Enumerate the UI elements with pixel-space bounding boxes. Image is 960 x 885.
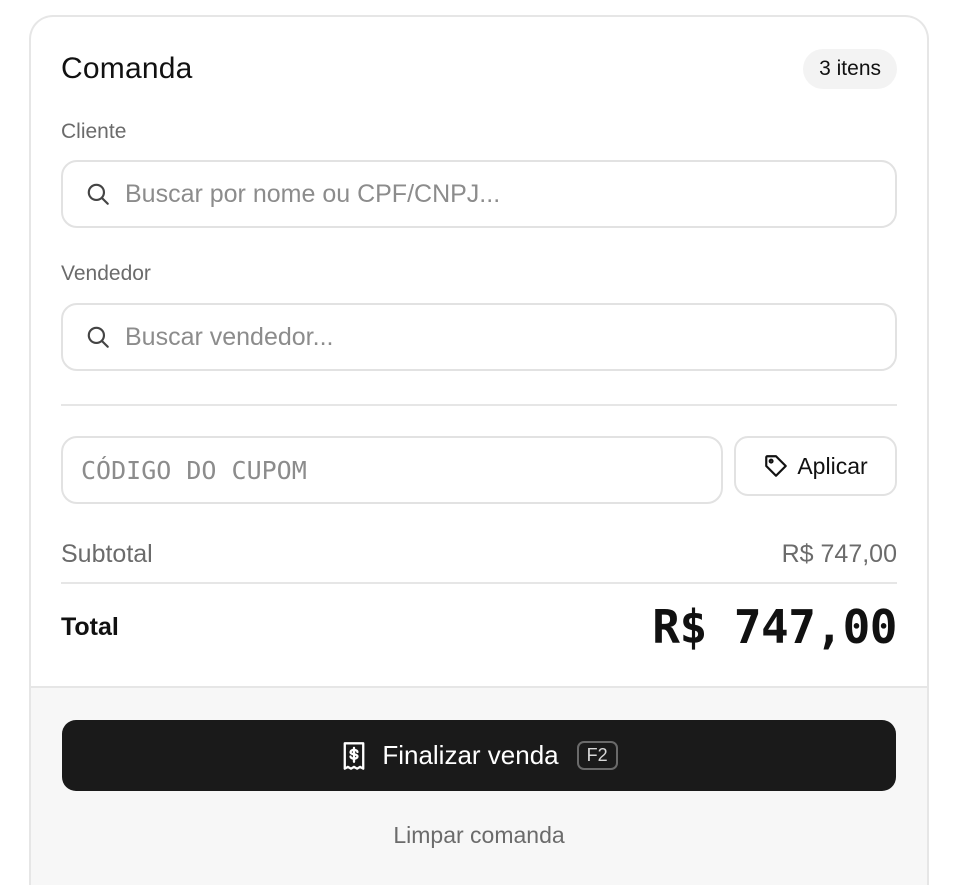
vendedor-search-field[interactable] xyxy=(61,303,897,371)
summary-divider xyxy=(61,582,897,584)
vendedor-search-input[interactable] xyxy=(125,322,845,352)
finalize-sale-label: Finalizar venda xyxy=(382,740,559,770)
section-divider xyxy=(61,404,897,406)
subtotal-value: R$ 747,00 xyxy=(781,539,897,568)
apply-coupon-label: Aplicar xyxy=(797,452,868,479)
panel-title: Comanda xyxy=(61,52,193,85)
items-count-badge: 3 itens xyxy=(803,49,897,89)
panel-header: Comanda 3 itens xyxy=(61,49,897,89)
coupon-field[interactable] xyxy=(61,436,723,504)
search-icon xyxy=(85,324,111,350)
receipt-icon xyxy=(340,741,368,771)
search-icon xyxy=(85,181,111,207)
order-panel: Comanda 3 itens Cliente Vendedor xyxy=(29,15,929,885)
subtotal-row: Subtotal R$ 747,00 xyxy=(61,537,897,571)
total-row: Total R$ 747,00 xyxy=(61,597,897,657)
tag-icon xyxy=(763,453,789,479)
shortcut-key-badge: F2 xyxy=(576,741,618,770)
total-label: Total xyxy=(61,612,119,641)
vendedor-label: Vendedor xyxy=(61,262,151,285)
finalize-sale-button[interactable]: Finalizar venda F2 xyxy=(62,720,896,791)
apply-coupon-button[interactable]: Aplicar xyxy=(734,436,897,496)
subtotal-label: Subtotal xyxy=(61,539,153,568)
cliente-label: Cliente xyxy=(61,120,127,143)
coupon-row: Aplicar xyxy=(61,436,897,504)
panel-footer: Finalizar venda F2 Limpar comanda xyxy=(31,686,927,885)
clear-order-button[interactable]: Limpar comanda xyxy=(31,822,927,849)
cliente-search-input[interactable] xyxy=(125,179,845,209)
coupon-code-input[interactable] xyxy=(81,455,701,485)
total-value: R$ 747,00 xyxy=(652,600,897,654)
cliente-search-field[interactable] xyxy=(61,160,897,228)
